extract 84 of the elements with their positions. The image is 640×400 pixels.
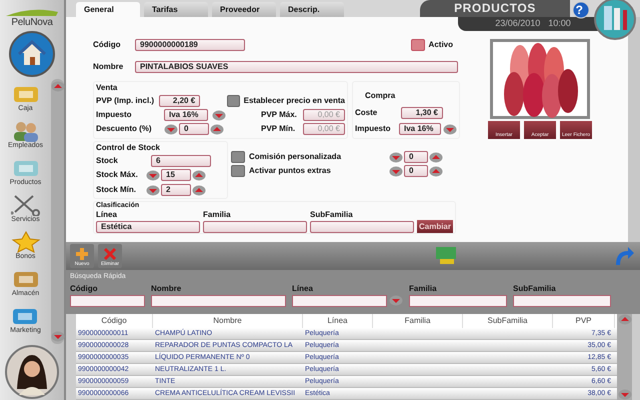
name-field[interactable]: PINTALABIOS SUAVES (135, 61, 458, 73)
tab[interactable]: Tarifas (144, 2, 208, 17)
field-label: PVP Mín. (261, 123, 296, 135)
scroll-up-button[interactable] (50, 80, 64, 92)
scroll-down-button[interactable] (618, 389, 632, 400)
classification-select[interactable] (203, 221, 307, 233)
decrement-button[interactable] (164, 124, 178, 134)
number-field[interactable]: 0 (404, 165, 428, 177)
price-field[interactable]: 2,20 € (158, 95, 200, 107)
checkbox[interactable] (410, 39, 425, 51)
search-field[interactable] (70, 294, 145, 306)
field-label: Nombre (151, 282, 182, 294)
search-field[interactable] (513, 294, 611, 306)
search-field[interactable] (409, 294, 507, 306)
scissors-icon (10, 194, 40, 216)
scroll-up-button[interactable] (618, 314, 632, 325)
field-label: PVP Máx. (261, 109, 298, 121)
decrement-button[interactable] (389, 166, 403, 176)
help-mark: ? (576, 2, 583, 18)
field-label: Línea (292, 282, 314, 294)
tax-select[interactable]: Iva 16% (164, 109, 208, 121)
field-label: Activar puntos extras (249, 165, 332, 177)
field-label: Impuesto (355, 123, 392, 135)
decrement-button[interactable] (389, 152, 403, 162)
increment-button[interactable] (429, 152, 443, 162)
field-label: Línea (96, 209, 118, 221)
classification-select[interactable]: Estética (96, 221, 200, 233)
field-label: SubFamilia (513, 282, 557, 294)
increment-button[interactable] (429, 166, 443, 176)
checkbox[interactable] (226, 95, 240, 107)
increment-button[interactable] (192, 170, 206, 180)
logo-text: PeluNova (11, 18, 53, 28)
search-field[interactable] (151, 294, 286, 306)
dropdown-button[interactable] (212, 110, 226, 120)
header-title: PRODUCTOS (420, 0, 570, 17)
classification-select[interactable] (310, 221, 414, 233)
scroll-down-button[interactable] (50, 330, 64, 342)
field-label: Stock (96, 155, 119, 167)
field-label: PVP (Imp. incl.) (96, 95, 155, 107)
field-label: Establecer precio en venta (244, 95, 346, 107)
field-label: Familia (409, 282, 438, 294)
scrollbar[interactable] (628, 17, 640, 242)
number-field[interactable]: 15 (161, 169, 191, 181)
tab[interactable]: General (76, 2, 140, 17)
star-icon (10, 230, 40, 253)
scrollbar[interactable] (51, 78, 64, 344)
decrement-button[interactable] (146, 184, 160, 196)
field-label: Código (70, 282, 99, 294)
field-label: Comisión personalizada (249, 151, 342, 163)
field-label: Stock Mín. (96, 184, 138, 196)
cross-icon (103, 246, 117, 260)
stock-field[interactable]: 6 (151, 155, 211, 167)
checkbox[interactable] (231, 151, 245, 163)
home-button[interactable] (9, 31, 55, 78)
increment-button[interactable] (192, 184, 206, 196)
increment-button[interactable] (210, 124, 224, 134)
field-label: Activo (428, 39, 453, 51)
field-label: Compra (365, 91, 396, 100)
change-button[interactable]: Cambiar (417, 220, 453, 233)
field-label: Código (93, 39, 122, 51)
decrement-button[interactable] (146, 170, 160, 180)
plus-icon (75, 246, 89, 260)
cost-field[interactable]: 1,30 € (401, 107, 443, 119)
field-label: Venta (96, 82, 118, 94)
tab[interactable]: Proveedor (212, 2, 276, 17)
field-label: Stock Máx. (96, 169, 139, 181)
field-label: Familia (203, 209, 232, 221)
code-field[interactable]: 9900000000189 (135, 39, 245, 51)
field-label: Control de Stock (96, 142, 162, 154)
help-button[interactable] (572, 1, 590, 19)
field-label: Impuesto (96, 109, 133, 121)
checkbox[interactable] (231, 165, 245, 177)
number-field[interactable]: 0 (404, 151, 428, 163)
search-field[interactable] (292, 294, 387, 306)
field-label: Coste (355, 107, 378, 119)
tab[interactable]: Descrip. (280, 2, 344, 17)
dropdown-button[interactable] (443, 124, 457, 134)
number-field[interactable]: 0 (179, 123, 209, 135)
number-field[interactable]: 2 (161, 184, 191, 196)
field-label: Nombre (93, 61, 124, 73)
tax-select[interactable]: Iva 16% (399, 123, 441, 135)
field-label: SubFamilia (310, 209, 354, 221)
scrollbar[interactable] (617, 314, 632, 400)
field-label: Descuento (%) (96, 123, 153, 135)
